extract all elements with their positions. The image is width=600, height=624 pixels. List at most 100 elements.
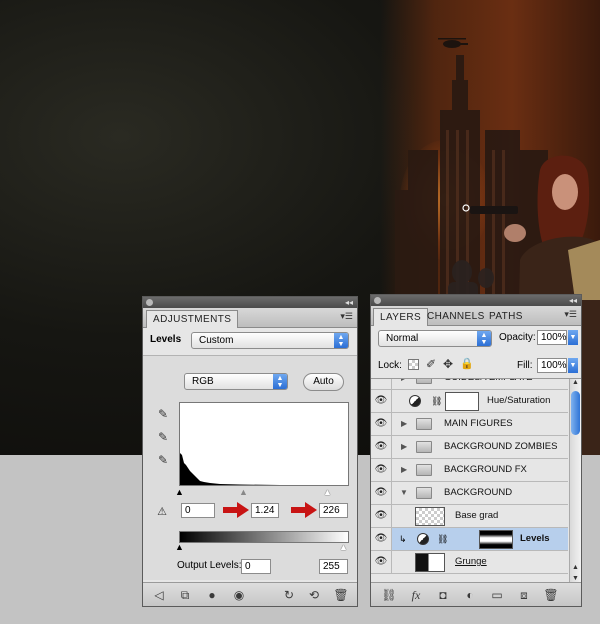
blend-mode-value: Normal — [386, 333, 419, 344]
panel-title-bar[interactable]: ◂◂ — [143, 297, 357, 308]
preset-dropdown[interactable]: Custom ▲ ▼ — [191, 332, 349, 349]
layer-row-background-zombies[interactable]: 👁 ▶ BACKGROUND ZOMBIES — [371, 436, 568, 459]
scroll-up-arrow-icon[interactable]: ▲ — [570, 379, 581, 386]
adjustment-layer-icon — [417, 533, 429, 545]
eye-icon[interactable]: 👁 — [371, 505, 392, 527]
blend-mode-dropdown[interactable]: Normal ▲ ▼ — [378, 330, 492, 347]
layer-name: BACKGROUND — [444, 487, 513, 498]
chain-link-icon[interactable]: ⛓ — [431, 390, 442, 412]
layer-name: Grunge — [455, 556, 487, 567]
eyedropper-black-icon[interactable]: ✎ — [155, 407, 171, 421]
layers-scrollbar[interactable]: ▲ ▲ ▼ — [569, 379, 581, 582]
output-white-field[interactable]: 255 — [319, 559, 348, 574]
layer-row-main-figures[interactable]: 👁 ▶ MAIN FIGURES — [371, 413, 568, 436]
trash-icon[interactable]: 🗑 — [333, 588, 349, 602]
gamma-slider[interactable]: ▲ — [239, 487, 248, 497]
layer-mask-thumbnail[interactable] — [479, 530, 513, 549]
layer-row-grunge[interactable]: 👁 Grunge — [371, 551, 568, 574]
white-point-slider[interactable]: ▲ — [323, 487, 332, 497]
lock-transparency-icon[interactable] — [408, 359, 419, 370]
eye-icon[interactable]: 👁 — [371, 482, 392, 504]
close-panel-icon[interactable] — [374, 297, 381, 304]
eye-icon[interactable]: 👁 — [371, 390, 392, 412]
chevron-updown-icon: ▲ ▼ — [334, 333, 348, 348]
input-white-field[interactable]: 226 — [319, 503, 348, 518]
expand-view-icon[interactable]: ⧉ — [177, 588, 193, 602]
layer-thumbnail[interactable] — [415, 507, 445, 526]
layer-row-guides[interactable]: ▶ GUIDES/TEMPLATE — [371, 379, 568, 390]
new-group-icon[interactable]: ▭ — [489, 588, 505, 602]
lock-label: Lock: — [378, 360, 402, 371]
expand-triangle-icon[interactable]: ▶ — [401, 413, 407, 435]
expand-triangle-icon[interactable]: ▶ — [401, 436, 407, 458]
scroll-down-arrow-icon[interactable]: ▼ — [570, 575, 581, 582]
output-black-slider[interactable]: ▲ — [175, 542, 184, 552]
chain-link-icon[interactable]: ⛓ — [437, 528, 448, 550]
folder-icon — [416, 464, 432, 476]
input-black-field[interactable]: 0 — [181, 503, 215, 518]
eyedropper-white-icon[interactable]: ✎ — [155, 453, 171, 467]
collapse-panel-icon[interactable]: ◂◂ — [569, 295, 577, 306]
panel-title-bar[interactable]: ◂◂ — [371, 295, 581, 306]
tab-channels[interactable]: CHANNELS — [421, 308, 491, 326]
input-gamma-field[interactable]: 1.24 — [251, 503, 279, 518]
fill-field[interactable]: 100% — [537, 358, 567, 373]
layer-mask-thumbnail[interactable] — [445, 392, 479, 411]
layers-tab-bar: LAYERS CHANNELS PATHS ▾☰ — [371, 306, 581, 326]
scroll-up-arrow-icon[interactable]: ▲ — [570, 564, 581, 571]
eye-icon[interactable]: 👁 — [371, 459, 392, 481]
input-slider-track[interactable]: ▲ ▲ ▲ — [175, 487, 349, 497]
eye-icon[interactable]: 👁 — [371, 413, 392, 435]
layer-row-base-grad[interactable]: 👁 Base grad — [371, 505, 568, 528]
eye-icon[interactable]: ◉ — [231, 588, 247, 602]
expand-triangle-icon[interactable]: ▶ — [401, 379, 407, 389]
eye-icon[interactable]: 👁 — [371, 436, 392, 458]
brush-icon[interactable]: ✐ — [424, 357, 438, 371]
fill-dropdown-arrow[interactable]: ▼ — [568, 358, 578, 373]
layer-thumbnail[interactable] — [415, 553, 445, 572]
lock-icon[interactable]: 🔒 — [460, 357, 474, 371]
black-point-slider[interactable]: ▲ — [175, 487, 184, 497]
collapse-triangle-icon[interactable]: ▼ — [400, 482, 408, 504]
fill-label: Fill: — [517, 360, 533, 371]
output-white-slider[interactable]: ▲ — [339, 542, 348, 552]
tab-adjustments[interactable]: ADJUSTMENTS — [146, 310, 239, 328]
reset-icon[interactable]: ⟲ — [306, 588, 322, 602]
tab-paths[interactable]: PATHS — [483, 308, 529, 326]
collapse-panel-icon[interactable]: ◂◂ — [345, 297, 353, 308]
eyedropper-gray-icon[interactable]: ✎ — [155, 430, 171, 444]
new-adjustment-icon[interactable]: ◐ — [462, 588, 478, 602]
back-arrow-icon[interactable]: ◁ — [151, 588, 167, 602]
layer-row-background-group[interactable]: 👁 ▼ BACKGROUND — [371, 482, 568, 505]
auto-button[interactable]: Auto — [303, 373, 344, 391]
folder-icon — [416, 418, 432, 430]
visibility-toggle[interactable] — [371, 379, 392, 389]
layer-style-icon[interactable]: fx — [408, 588, 424, 602]
layers-list[interactable]: ▶ GUIDES/TEMPLATE 👁 ⛓ Hue/Saturation 👁 ▶… — [371, 378, 581, 582]
new-layer-icon[interactable]: ⧈ — [516, 588, 532, 602]
panel-menu-icon[interactable]: ▾☰ — [340, 311, 353, 322]
add-mask-icon[interactable]: ◘ — [435, 588, 451, 602]
clip-layer-icon[interactable]: ● — [204, 588, 220, 602]
output-black-field[interactable]: 0 — [241, 559, 271, 574]
trash-icon[interactable]: 🗑 — [543, 588, 559, 602]
tab-layers[interactable]: LAYERS — [373, 308, 429, 326]
histogram-plot — [180, 453, 280, 485]
eye-icon[interactable]: 👁 — [371, 528, 392, 550]
move-icon[interactable]: ✥ — [441, 357, 455, 371]
link-layers-icon[interactable]: ⛓ — [381, 588, 397, 602]
panel-menu-icon[interactable]: ▾☰ — [564, 309, 577, 320]
layer-row-hue-saturation[interactable]: 👁 ⛓ Hue/Saturation — [371, 390, 568, 413]
scroll-thumb[interactable] — [571, 391, 580, 435]
expand-triangle-icon[interactable]: ▶ — [401, 459, 407, 481]
close-panel-icon[interactable] — [146, 299, 153, 306]
clipping-warning-icon[interactable]: ⚠ — [152, 505, 172, 519]
output-slider-track[interactable]: ▲ ▲ — [175, 542, 349, 552]
opacity-dropdown-arrow[interactable]: ▼ — [568, 330, 578, 345]
opacity-field[interactable]: 100% — [537, 330, 567, 345]
channel-dropdown[interactable]: RGB ▲ ▼ — [184, 373, 288, 390]
layer-row-background-fx[interactable]: 👁 ▶ BACKGROUND FX — [371, 459, 568, 482]
previous-state-icon[interactable]: ↻ — [281, 588, 297, 602]
eye-icon[interactable]: 👁 — [371, 551, 392, 573]
layer-row-levels[interactable]: 👁 ↳ ⛓ Levels — [371, 528, 568, 551]
